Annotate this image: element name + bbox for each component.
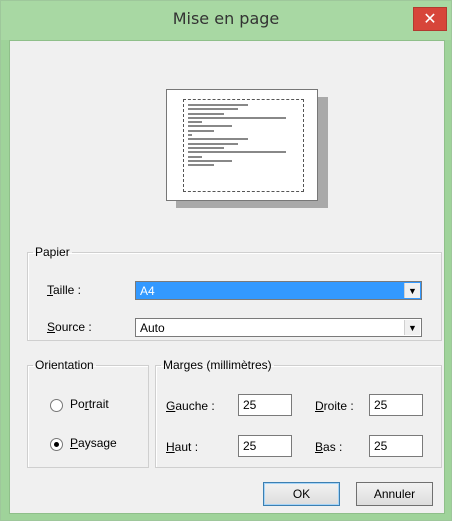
close-icon: ✕	[423, 11, 437, 28]
left-margin-label: Gauche :	[166, 399, 215, 413]
top-margin-input[interactable]	[238, 435, 292, 457]
page-preview-text	[188, 102, 286, 168]
portrait-radio[interactable]	[50, 399, 63, 412]
source-value: Auto	[140, 321, 165, 335]
page-setup-dialog: Mise en page ✕ Papier Taille: A4 ▼ Sour…	[0, 0, 452, 521]
right-margin-label: Droite :	[315, 399, 354, 413]
page-preview-sheet	[166, 89, 318, 201]
source-select[interactable]: Auto ▼	[135, 318, 422, 337]
landscape-radio[interactable]	[50, 438, 63, 451]
top-margin-label: Haut :	[166, 440, 199, 454]
window-title: Mise en page	[172, 9, 280, 28]
source-label: Source :	[47, 320, 92, 334]
bottom-margin-label: Bas :	[315, 440, 343, 454]
size-value: A4	[140, 284, 155, 298]
paper-group: Papier Taille : A4 ▼ Source : Auto ▼	[27, 245, 442, 341]
margins-group-title: Marges (millimètres)	[163, 358, 272, 372]
paper-group-title: Papier	[35, 245, 70, 259]
bottom-margin-input[interactable]	[369, 435, 423, 457]
size-select[interactable]: A4 ▼	[135, 281, 422, 300]
left-margin-input[interactable]	[238, 394, 292, 416]
title-bar[interactable]: Mise en page ✕	[1, 1, 451, 40]
chevron-down-icon[interactable]: ▼	[404, 283, 420, 298]
size-label: Taille :	[47, 283, 82, 297]
portrait-label[interactable]: Portrait	[70, 397, 109, 411]
cancel-button[interactable]: Annuler	[356, 482, 433, 506]
close-button[interactable]: ✕	[413, 7, 447, 31]
right-margin-input[interactable]	[369, 394, 423, 416]
page-preview-margins	[183, 99, 304, 192]
margins-group: Marges (millimètres) Gauche : Droite : H…	[155, 358, 442, 468]
ok-button[interactable]: OK	[263, 482, 340, 506]
orientation-group-title: Orientation	[35, 358, 94, 372]
chevron-down-icon[interactable]: ▼	[404, 320, 420, 335]
landscape-label[interactable]: Paysage	[70, 436, 117, 450]
page-preview	[166, 89, 330, 211]
orientation-group: Orientation Portrait Paysage	[27, 358, 149, 468]
